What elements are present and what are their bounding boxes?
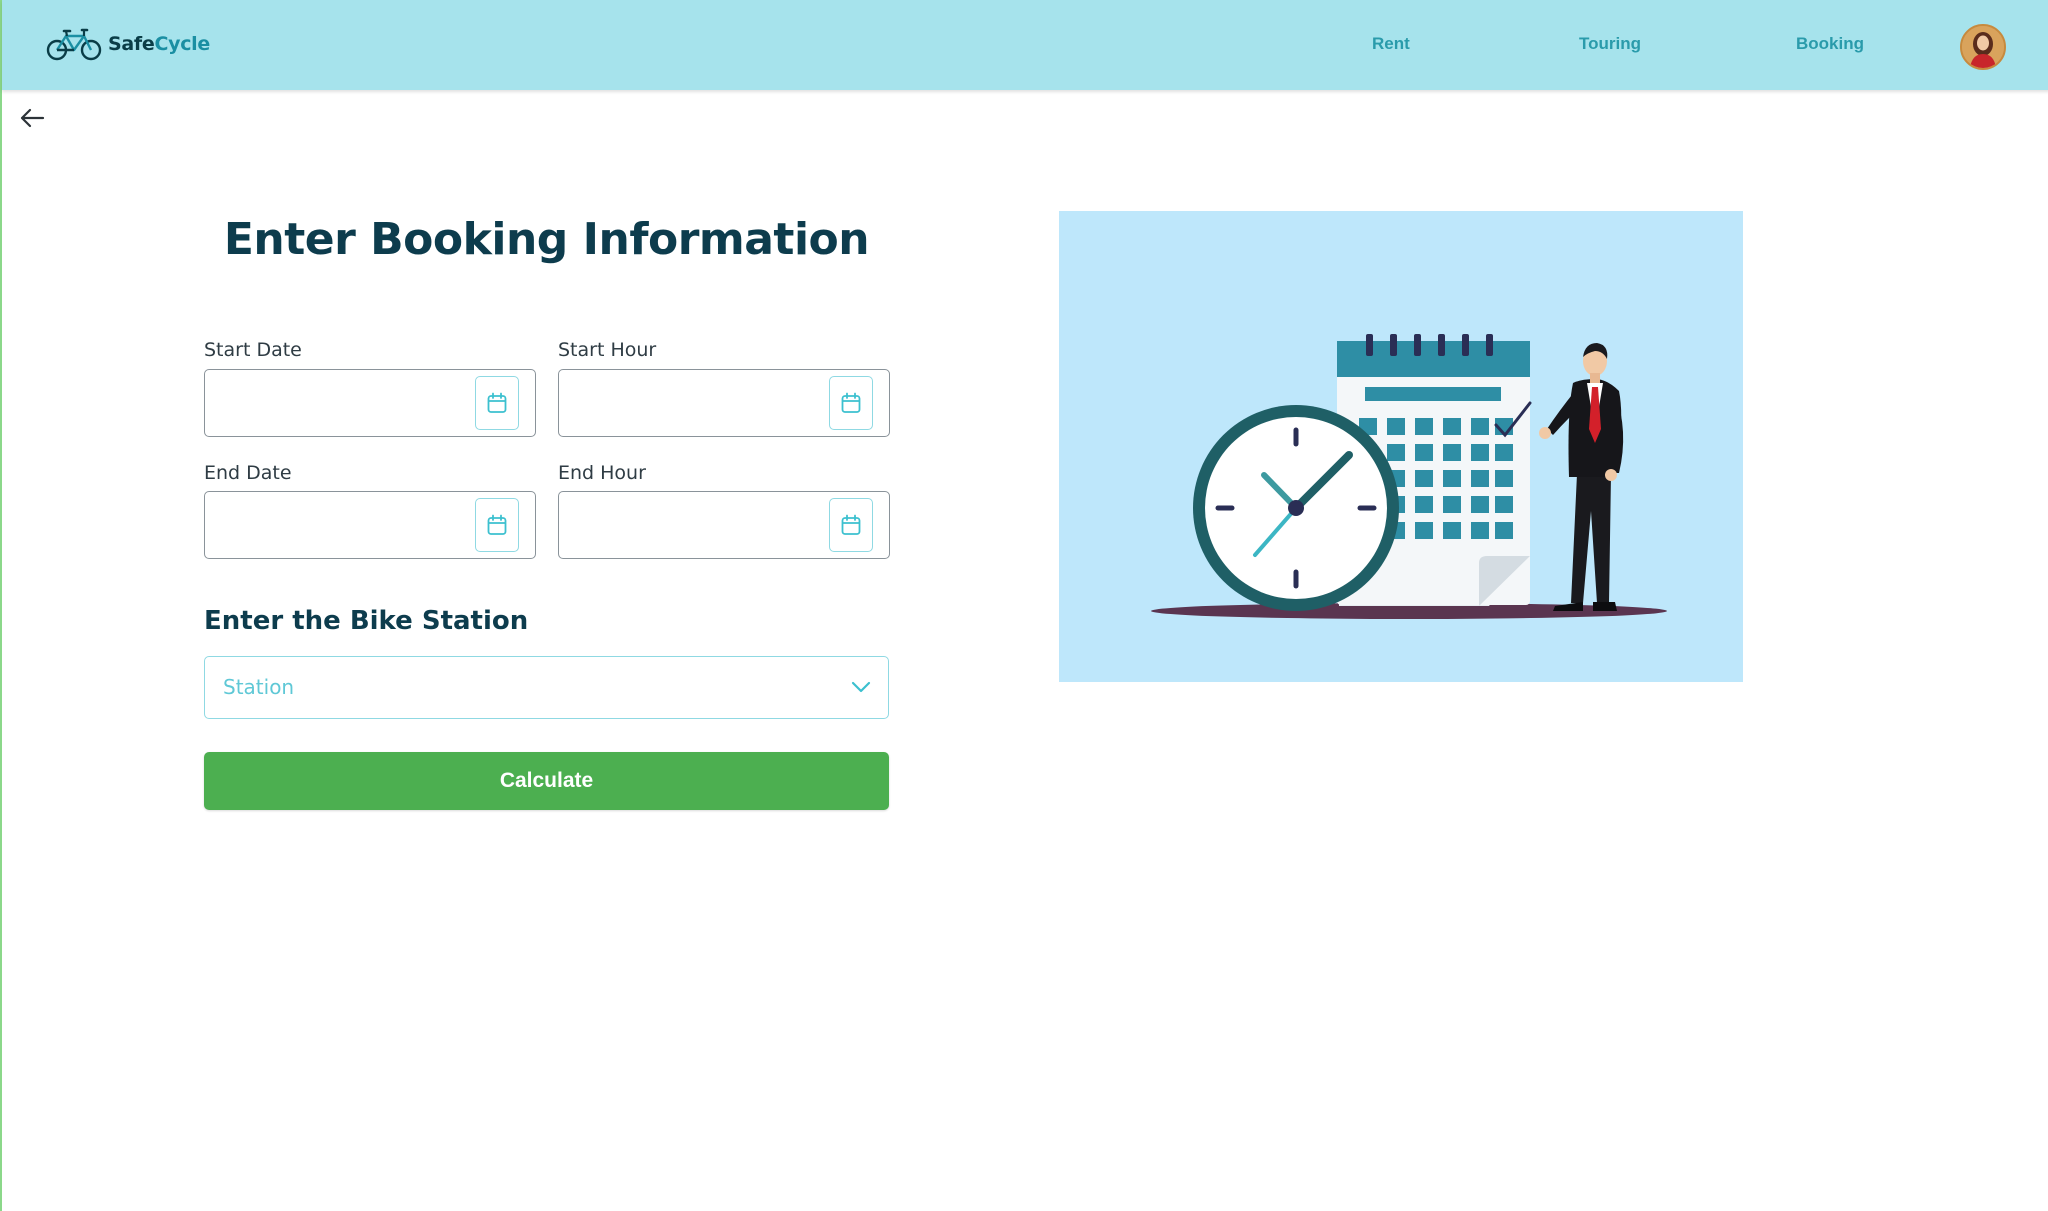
avatar-image — [1962, 26, 2004, 68]
end-hour-picker-button[interactable] — [829, 498, 873, 552]
start-date-input[interactable] — [217, 380, 461, 428]
start-hour-field[interactable] — [558, 369, 890, 437]
chevron-down-icon — [851, 681, 871, 693]
brand-name: SafeCycle — [108, 33, 210, 55]
calendar-icon — [487, 392, 507, 413]
start-date-picker-button[interactable] — [475, 376, 519, 430]
station-select-placeholder: Station — [223, 675, 295, 699]
nav-link-booking[interactable]: Booking — [1796, 34, 1864, 54]
booking-illustration — [1059, 211, 1743, 682]
station-section-title: Enter the Bike Station — [204, 606, 529, 636]
start-date-label: Start Date — [204, 339, 302, 361]
end-date-field[interactable] — [204, 491, 536, 559]
calendar-icon — [487, 514, 507, 535]
user-avatar[interactable] — [1960, 24, 2006, 70]
end-hour-label: End Hour — [558, 462, 646, 484]
page: SafeCycle Rent Touring Booking Enter Boo… — [0, 0, 2048, 1211]
bicycle-icon — [46, 28, 102, 61]
end-date-picker-button[interactable] — [475, 498, 519, 552]
station-select[interactable]: Station — [204, 656, 889, 719]
nav-link-rent[interactable]: Rent — [1372, 34, 1410, 54]
nav-link-touring[interactable]: Touring — [1579, 34, 1641, 54]
brand-name-part2: Cycle — [154, 33, 210, 55]
end-hour-field[interactable] — [558, 491, 890, 559]
calendar-icon — [841, 392, 861, 413]
end-hour-input[interactable] — [571, 502, 815, 550]
page-title: Enter Booking Information — [223, 214, 870, 265]
brand-logo[interactable]: SafeCycle — [46, 26, 210, 62]
start-hour-label: Start Hour — [558, 339, 657, 361]
calendar-icon — [841, 514, 861, 535]
end-date-input[interactable] — [217, 502, 461, 550]
start-date-field[interactable] — [204, 369, 536, 437]
back-arrow-icon[interactable] — [18, 106, 46, 130]
calculate-button[interactable]: Calculate — [204, 752, 889, 810]
start-hour-picker-button[interactable] — [829, 376, 873, 430]
brand-name-part1: Safe — [108, 33, 155, 55]
end-date-label: End Date — [204, 462, 292, 484]
start-hour-input[interactable] — [571, 380, 815, 428]
top-navbar: SafeCycle Rent Touring Booking — [2, 0, 2048, 90]
calendar-clock-businessman-image — [1151, 334, 1667, 619]
